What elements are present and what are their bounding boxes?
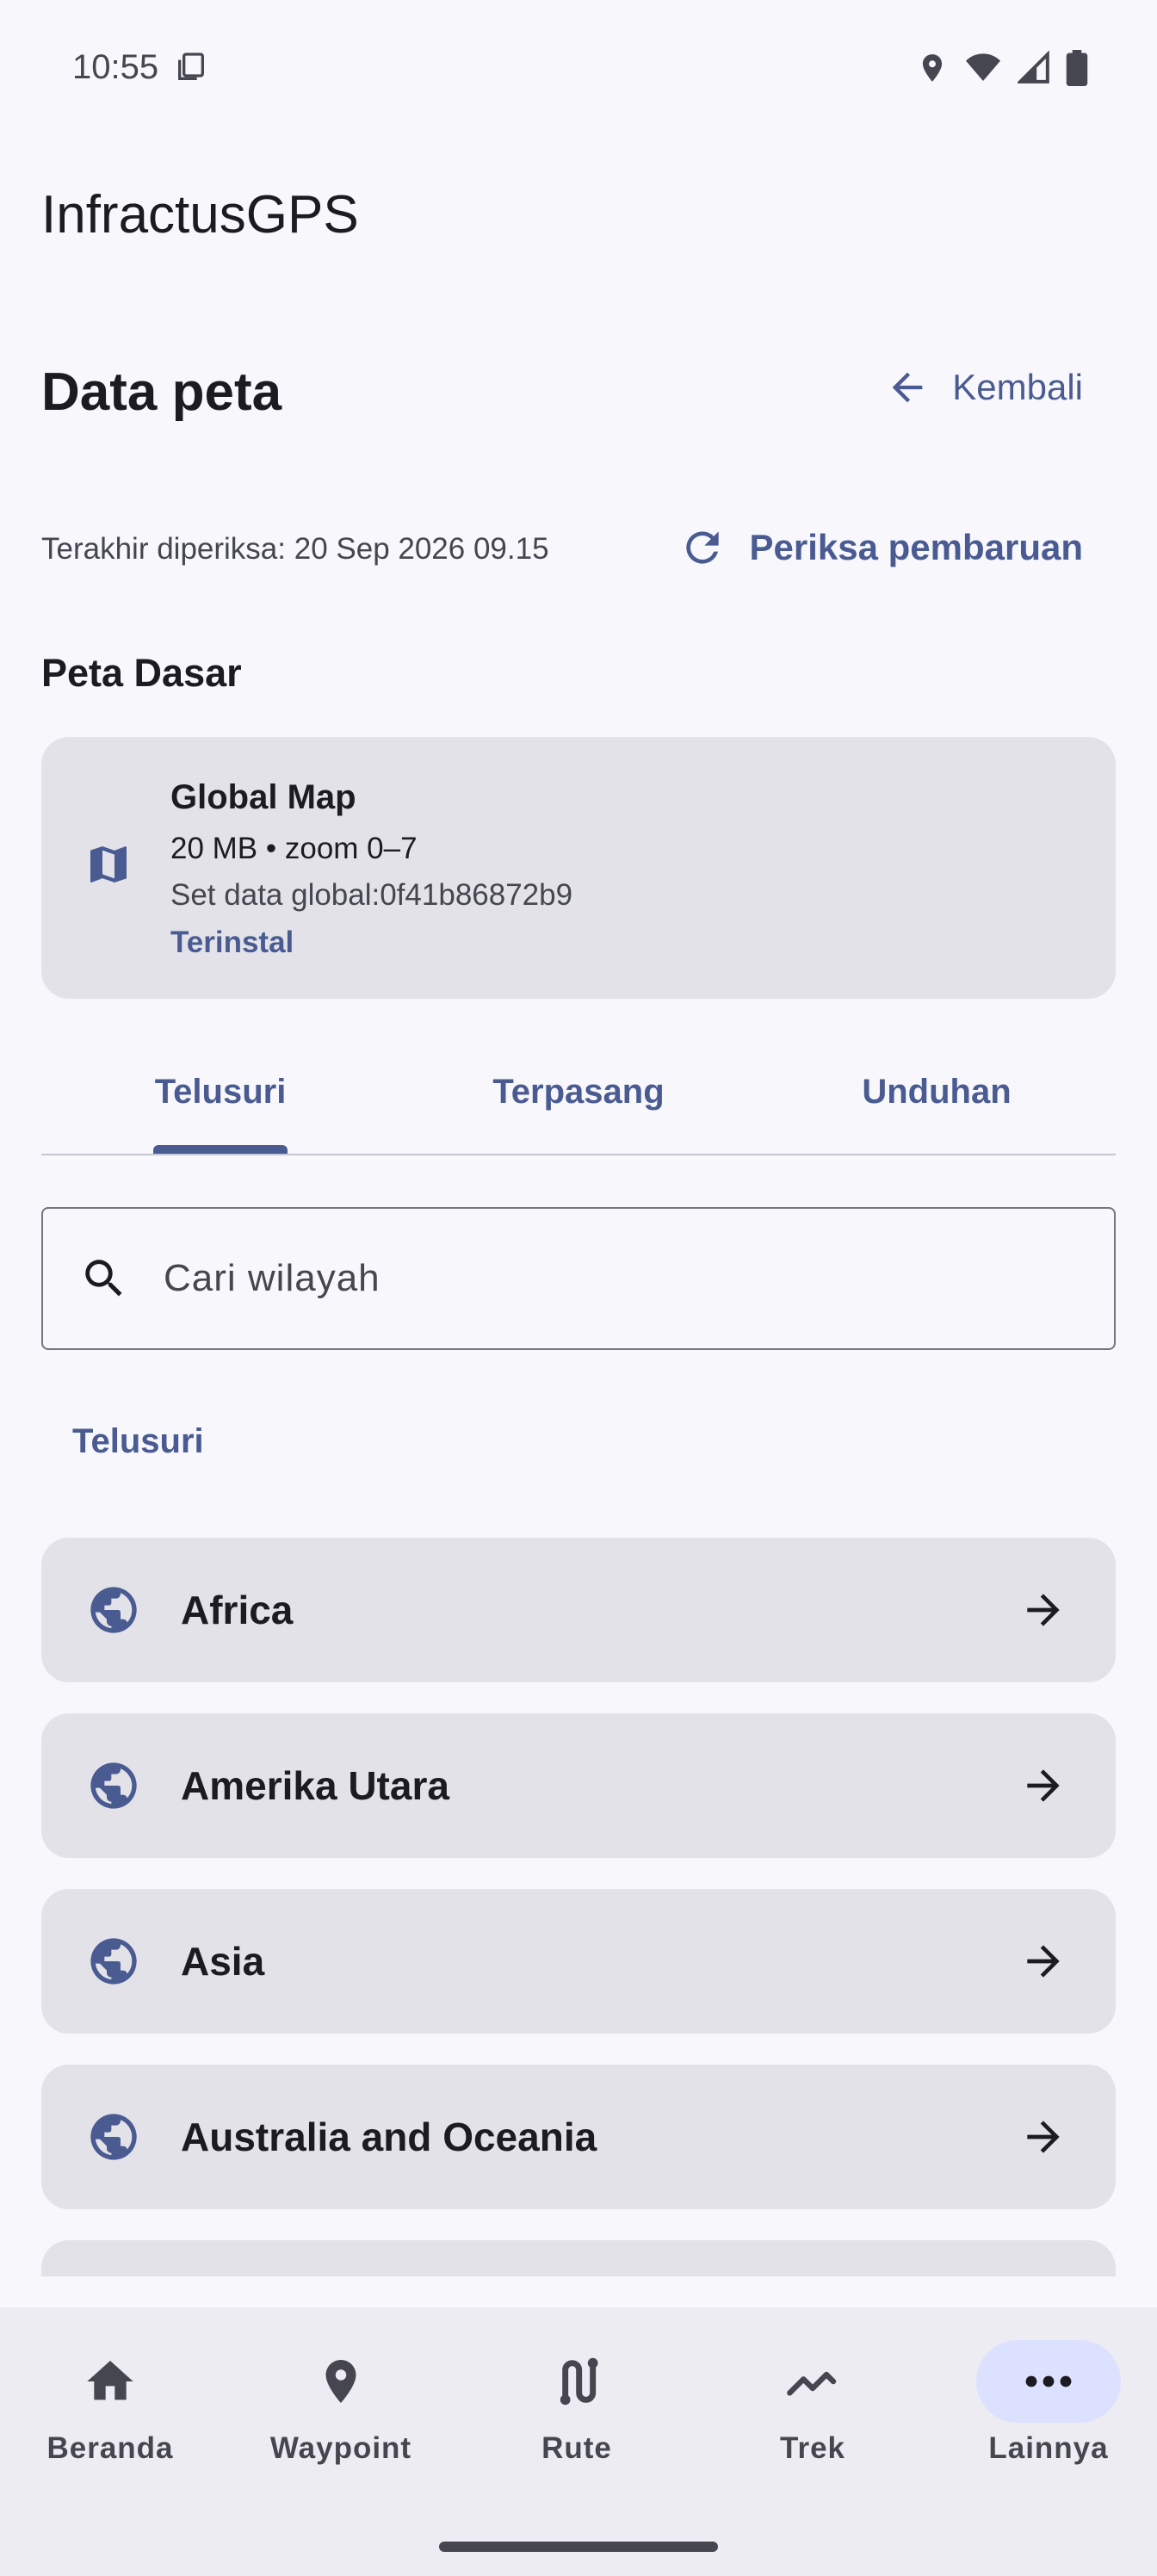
region-label: Amerika Utara — [181, 1763, 449, 1808]
nav-item-waypoint[interactable]: Waypoint — [226, 2340, 456, 2466]
last-checked-text: Terakhir diperiksa: 20 Sep 2026 09.15 — [41, 532, 549, 566]
nav-label: Waypoint — [269, 2431, 412, 2465]
region-label: Australia and Oceania — [181, 2115, 597, 2159]
map-icon — [84, 840, 133, 889]
base-map-meta: 20 MB • zoom 0–7 — [170, 832, 418, 865]
back-button[interactable]: Kembali — [885, 365, 1083, 410]
list-item[interactable]: Africa — [41, 1538, 1116, 1682]
base-map-status: Terinstal — [170, 926, 294, 959]
tab-indicator — [153, 1145, 288, 1154]
app-title: InfractusGPS — [41, 185, 359, 245]
list-item[interactable]: Australia and Oceania — [41, 2065, 1116, 2209]
tab-browse[interactable]: Telusuri — [41, 1073, 399, 1112]
arrow-forward-icon — [1019, 2113, 1067, 2161]
nav-item-track[interactable]: Trek — [697, 2340, 928, 2466]
nav-label: Trek — [780, 2431, 845, 2465]
tab-installed[interactable]: Terpasang — [399, 1073, 758, 1112]
status-icons — [916, 50, 1088, 86]
arrow-forward-icon — [1019, 1586, 1067, 1634]
arrow-forward-icon — [1019, 1762, 1067, 1810]
tab-downloads[interactable]: Unduhan — [758, 1073, 1116, 1112]
list-item[interactable]: Amerika Utara — [41, 1713, 1116, 1858]
base-map-dataset: Set data global:0f41b86872b9 — [170, 878, 573, 912]
wifi-icon — [964, 51, 1002, 85]
search-input[interactable] — [164, 1257, 938, 1300]
arrow-back-icon — [885, 365, 930, 410]
region-label: Africa — [181, 1588, 294, 1632]
refresh-icon — [678, 523, 727, 572]
status-time: 10:55 — [72, 48, 159, 86]
globe-icon — [86, 1934, 141, 1989]
page-title: Data peta — [41, 362, 282, 422]
nav-label: Lainnya — [988, 2431, 1109, 2465]
home-indicator[interactable] — [439, 2542, 718, 2552]
pin-icon — [226, 2340, 456, 2423]
search-icon — [79, 1254, 129, 1303]
region-label: Asia — [181, 1939, 265, 1984]
nav-item-route[interactable]: Rute — [461, 2340, 692, 2466]
nav-label: Beranda — [46, 2431, 174, 2465]
search-field[interactable] — [41, 1207, 1116, 1350]
battery-icon — [1066, 50, 1088, 86]
arrow-forward-icon — [1019, 1937, 1067, 1985]
base-map-name: Global Map — [170, 778, 356, 816]
more-icon — [976, 2340, 1121, 2423]
signal-icon — [1018, 51, 1050, 85]
base-map-heading: Peta Dasar — [41, 651, 242, 695]
tab-divider — [41, 1154, 1116, 1155]
nav-label: Rute — [541, 2431, 612, 2465]
check-updates-button[interactable]: Periksa pembaruan — [678, 523, 1083, 572]
list-item-partial[interactable] — [41, 2240, 1116, 2276]
globe-icon — [86, 1758, 141, 1813]
back-label: Kembali — [952, 367, 1083, 407]
location-icon — [916, 51, 949, 85]
nav-item-home[interactable]: Beranda — [0, 2340, 226, 2466]
globe-icon — [86, 2109, 141, 2164]
list-item[interactable]: Asia — [41, 1889, 1116, 2034]
globe-icon — [86, 1582, 141, 1638]
home-icon — [0, 2340, 226, 2423]
route-icon — [461, 2340, 692, 2423]
screenshot-notification-icon — [174, 50, 208, 84]
track-icon — [697, 2340, 928, 2423]
check-updates-label: Periksa pembaruan — [749, 527, 1083, 567]
browse-section-label: Telusuri — [72, 1422, 204, 1460]
nav-item-more[interactable]: Lainnya — [933, 2340, 1157, 2466]
